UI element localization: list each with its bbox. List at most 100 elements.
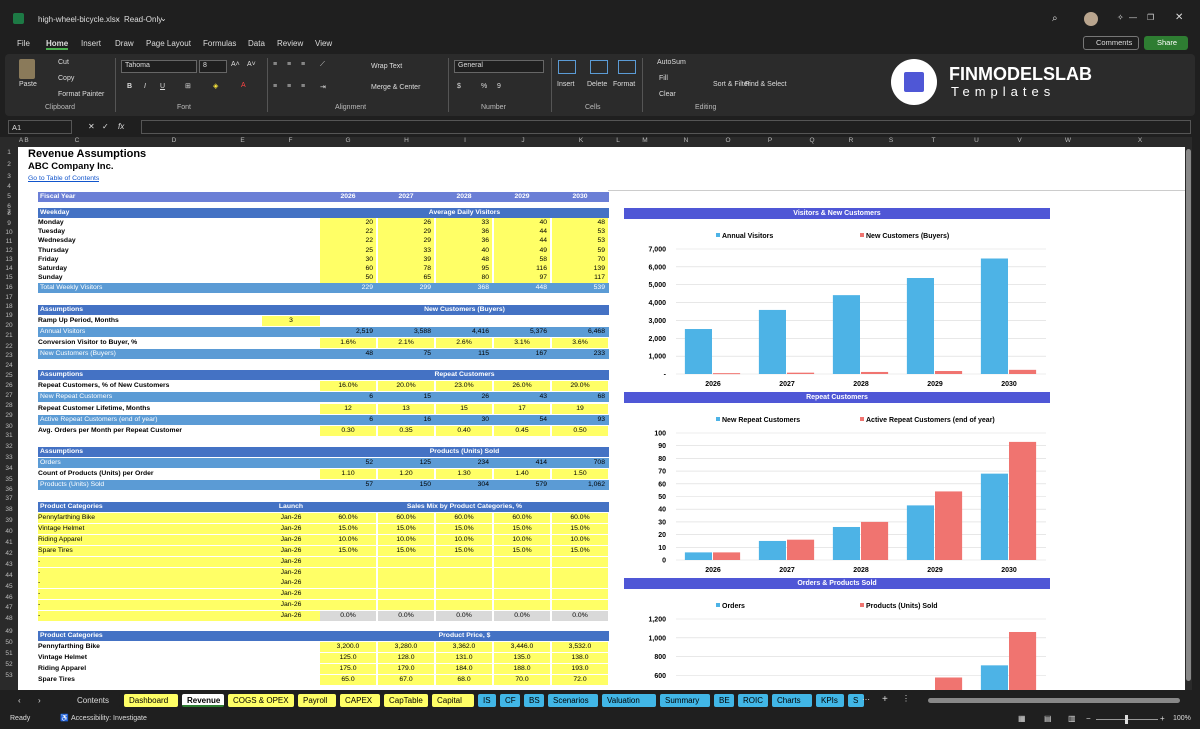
bar-2027-a[interactable] bbox=[758, 540, 786, 560]
paste-button[interactable]: Paste bbox=[19, 81, 37, 88]
bar-2027-b[interactable] bbox=[787, 372, 815, 374]
row-header-43[interactable]: 43 bbox=[0, 561, 18, 570]
sheet-tab-revenue[interactable]: Revenue bbox=[182, 694, 224, 707]
row-header-10[interactable]: 10 bbox=[0, 229, 18, 238]
row-header-48[interactable]: 48 bbox=[0, 615, 18, 624]
add-sheet-icon[interactable]: + bbox=[882, 694, 888, 705]
tab-draw[interactable]: Draw bbox=[115, 39, 134, 48]
column-header-F[interactable]: F bbox=[262, 137, 319, 144]
zoom-slider-thumb[interactable] bbox=[1125, 715, 1128, 724]
bar-2030-a[interactable] bbox=[980, 473, 1008, 560]
bar-chart-2[interactable]: New Repeat Customers Active Repeat Custom… bbox=[624, 403, 1050, 576]
column-header-M[interactable]: M bbox=[626, 137, 664, 144]
row-header-49[interactable]: 49 bbox=[0, 628, 18, 637]
format-cells-icon[interactable] bbox=[618, 60, 636, 74]
avatar[interactable] bbox=[1084, 12, 1098, 26]
insert-function-icon[interactable]: fx bbox=[118, 122, 124, 131]
column-header-X[interactable]: X bbox=[1095, 137, 1185, 144]
row-header-13[interactable]: 13 bbox=[0, 256, 18, 265]
align-top-icon[interactable]: ≡ bbox=[273, 61, 277, 68]
column-header-J[interactable]: J bbox=[494, 137, 552, 144]
bar-2027-b[interactable] bbox=[787, 539, 815, 560]
font-size-select[interactable]: 8 bbox=[199, 60, 227, 73]
row-header-33[interactable]: 33 bbox=[0, 454, 18, 463]
column-header-O[interactable]: O bbox=[708, 137, 748, 144]
sheet-tab-charts[interactable]: Charts bbox=[772, 694, 812, 707]
row-header-27[interactable]: 27 bbox=[0, 392, 18, 401]
column-header-E[interactable]: E bbox=[223, 137, 262, 144]
column-header-G[interactable]: G bbox=[319, 137, 377, 144]
accessibility-icon[interactable]: ♿ bbox=[60, 714, 69, 722]
row-header-31[interactable]: 31 bbox=[0, 432, 18, 441]
column-header-Q[interactable]: Q bbox=[792, 137, 832, 144]
column-header-L[interactable]: L bbox=[610, 137, 626, 144]
row-header-1[interactable]: 1 bbox=[0, 149, 18, 158]
sheet-tab-captable[interactable]: CapTable bbox=[384, 694, 428, 707]
row-header-28[interactable]: 28 bbox=[0, 402, 18, 411]
sheet-tab-dashboard[interactable]: Dashboard bbox=[124, 694, 178, 707]
tab-file[interactable]: File bbox=[17, 39, 30, 48]
row-header-24[interactable]: 24 bbox=[0, 362, 18, 371]
delete-cells-icon[interactable] bbox=[590, 60, 608, 74]
column-header-S[interactable]: S bbox=[870, 137, 912, 144]
row-header-40[interactable]: 40 bbox=[0, 528, 18, 537]
tab-view[interactable]: View bbox=[315, 39, 332, 48]
normal-view-icon[interactable]: ▦ bbox=[1018, 714, 1026, 723]
bar-2029-a[interactable] bbox=[906, 278, 934, 374]
bar-2029-b[interactable] bbox=[935, 371, 963, 374]
search-icon[interactable]: ⌕ bbox=[1052, 13, 1058, 24]
worksheet-grid[interactable]: Revenue Assumptions ABC Company Inc. Go … bbox=[18, 147, 1185, 690]
comma-icon[interactable]: 9 bbox=[497, 83, 501, 90]
row-header-50[interactable]: 50 bbox=[0, 639, 18, 648]
column-header-P[interactable]: P bbox=[748, 137, 792, 144]
row-header-22[interactable]: 22 bbox=[0, 343, 18, 352]
sheet-tab-be[interactable]: BE bbox=[714, 694, 734, 707]
page-layout-view-icon[interactable]: ▤ bbox=[1044, 714, 1052, 723]
row-header-15[interactable]: 15 bbox=[0, 274, 18, 283]
row-header-20[interactable]: 20 bbox=[0, 322, 18, 331]
percent-icon[interactable]: % bbox=[481, 83, 487, 90]
scroll-left-icon[interactable]: ‹ bbox=[18, 696, 21, 705]
bar-2028-b[interactable] bbox=[861, 521, 889, 560]
fill-button[interactable]: Fill bbox=[659, 75, 668, 82]
wrap-text-button[interactable]: Wrap Text bbox=[371, 63, 402, 70]
indent-icon[interactable]: ⇥ bbox=[320, 83, 326, 91]
row-header-11[interactable]: 11 bbox=[0, 238, 18, 247]
bar-2030-a[interactable] bbox=[980, 258, 1008, 375]
sheet-tab-capex[interactable]: CAPEX bbox=[340, 694, 380, 707]
bar-chart-3[interactable]: OrdersProducts (Units) Sold4006008001,00… bbox=[624, 589, 1050, 690]
minimize-icon[interactable]: — bbox=[1129, 13, 1137, 22]
bar-2030-b[interactable] bbox=[1009, 369, 1037, 374]
sheet-tab-summary[interactable]: Summary bbox=[660, 694, 710, 707]
sheet-tab-contents[interactable]: Contents bbox=[72, 694, 120, 707]
row-header-32[interactable]: 32 bbox=[0, 443, 18, 452]
sheet-tab-capital[interactable]: Capital bbox=[432, 694, 474, 707]
insert-button[interactable]: Insert bbox=[557, 81, 575, 88]
underline-button[interactable]: U bbox=[160, 83, 165, 90]
font-color-icon[interactable]: A bbox=[241, 82, 246, 89]
autosum-button[interactable]: AutoSum bbox=[657, 59, 686, 66]
share-button[interactable]: Share bbox=[1144, 36, 1188, 50]
bar-2029-b[interactable] bbox=[935, 677, 963, 690]
more-tabs-icon[interactable]: ⋯ bbox=[862, 695, 870, 704]
row-header-5[interactable]: 5 bbox=[0, 193, 18, 202]
borders-icon[interactable]: ⊞ bbox=[185, 82, 191, 90]
bar-2026-a[interactable] bbox=[684, 329, 712, 374]
vertical-scrollbar[interactable] bbox=[1185, 147, 1192, 690]
bar-2030-b[interactable] bbox=[1009, 631, 1037, 690]
row-header-37[interactable]: 37 bbox=[0, 495, 18, 504]
row-header-41[interactable]: 41 bbox=[0, 539, 18, 548]
column-header-N[interactable]: N bbox=[664, 137, 708, 144]
column-header-H[interactable]: H bbox=[377, 137, 436, 144]
scroll-right-icon[interactable]: › bbox=[38, 696, 41, 705]
row-header-19[interactable]: 19 bbox=[0, 312, 18, 321]
row-header-23[interactable]: 23 bbox=[0, 352, 18, 361]
fill-color-icon[interactable]: ◈ bbox=[213, 82, 218, 90]
column-header-W[interactable]: W bbox=[1041, 137, 1095, 144]
tab-data[interactable]: Data bbox=[248, 39, 265, 48]
row-header-2[interactable]: 2 bbox=[0, 161, 18, 170]
row-header-8[interactable]: 8 bbox=[0, 210, 18, 219]
sheet-tab-is[interactable]: IS bbox=[478, 694, 496, 707]
sheet-tab-cf[interactable]: CF bbox=[500, 694, 520, 707]
insert-cells-icon[interactable] bbox=[558, 60, 576, 74]
